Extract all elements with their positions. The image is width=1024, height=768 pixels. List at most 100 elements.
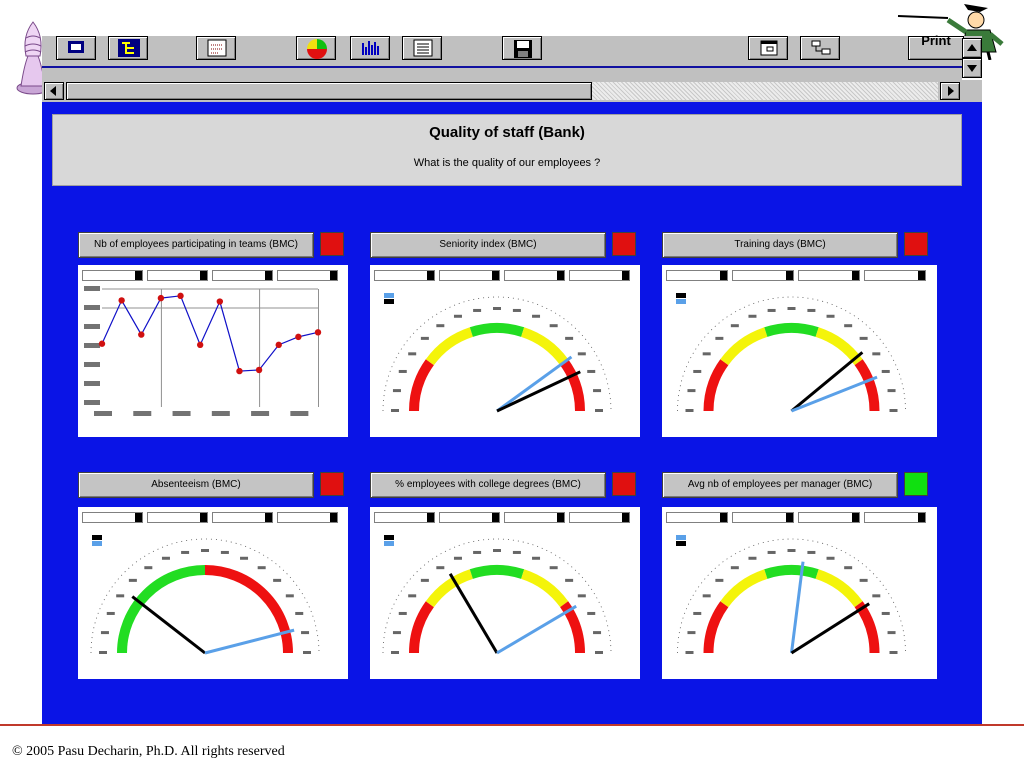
legend-swatch [384, 535, 394, 540]
print-label: Print [921, 33, 951, 48]
tick-label-y [84, 400, 100, 405]
gauge-tick-label [872, 352, 881, 356]
gauge-tick-label [565, 336, 574, 340]
horizontal-scrollbar[interactable] [42, 80, 982, 102]
gauge-tick-label [181, 550, 190, 554]
gauge-tick-label [887, 631, 896, 635]
toolbar-button-bar[interactable] [350, 36, 390, 60]
data-point [295, 333, 302, 341]
gauge-tick-label [220, 550, 229, 554]
gauge-tick-label [685, 409, 694, 412]
toolbar-button-save[interactable] [502, 36, 542, 60]
legend-swatch [384, 299, 394, 304]
scrollbar-thumb[interactable] [66, 82, 592, 100]
toolbar-button-table[interactable] [402, 36, 442, 60]
kpi-button-training[interactable]: Training days (BMC) [662, 232, 898, 258]
gauge-pointer [496, 604, 577, 655]
gauge-tick-label [826, 556, 835, 560]
gauge-tick-label [872, 594, 881, 598]
gauge-tick-label [436, 324, 445, 328]
toolbar-strip [42, 68, 962, 80]
gauge-tick-label [257, 566, 266, 570]
gauge-tick-label [859, 336, 868, 340]
legend-swatch [92, 535, 102, 540]
scroll-down-button[interactable] [962, 58, 982, 78]
gauge-tick-label [693, 611, 702, 615]
gauge-chart [676, 535, 906, 655]
gauge-zone-red [854, 359, 880, 412]
footer-divider [0, 724, 1024, 726]
gauge-tick-label [859, 578, 868, 582]
scroll-left-button[interactable] [44, 82, 64, 100]
data-point [236, 367, 243, 375]
kpi-label: Training days (BMC) [734, 239, 826, 250]
legend-swatch [384, 293, 394, 298]
gauge-tick-label [493, 549, 501, 552]
save-disk-icon [514, 40, 532, 58]
gauge-tick-label [881, 369, 890, 373]
tick-label-x [211, 411, 230, 416]
kpi-button-employees-per-manager[interactable]: Avg nb of employees per manager (BMC) [662, 472, 898, 498]
scroll-up-arrow-icon [967, 44, 977, 51]
chart-panel-seniority [370, 265, 640, 437]
kpi-button-absenteeism[interactable]: Absenteeism (BMC) [78, 472, 314, 498]
kpi-label: Avg nb of employees per manager (BMC) [687, 479, 873, 490]
scroll-down-arrow-icon [967, 65, 977, 72]
gauge-tick-label [453, 314, 462, 318]
gauge-zone-red [560, 359, 585, 412]
scroll-up-button[interactable] [962, 38, 982, 58]
toolbar-button-hierarchy[interactable] [108, 36, 148, 60]
gauge-tick-label [453, 556, 462, 560]
toolbar-button-pie[interactable] [296, 36, 336, 60]
data-point [177, 292, 184, 300]
tick-label-y [84, 305, 100, 310]
gauge-tick-label [100, 631, 109, 635]
gauge-tick-label [398, 369, 407, 373]
toolbar-button-chart-toggle[interactable] [56, 36, 96, 60]
gauge-zone-yellow [425, 327, 474, 366]
table-icon [413, 39, 433, 57]
line-chart [84, 286, 322, 416]
legend-swatch [676, 293, 686, 298]
tree-icon [811, 40, 831, 55]
scroll-left-arrow-icon [50, 86, 56, 96]
gauge-tick-label [392, 389, 401, 393]
gauge-tick-label [715, 578, 724, 582]
toolbar-button-list[interactable] [196, 36, 236, 60]
tick-label-y [84, 343, 100, 348]
gauge-zone-red [703, 601, 729, 654]
kpi-button-college-degrees[interactable]: % employees with college degrees (BMC) [370, 472, 606, 498]
toolbar-button-window[interactable] [748, 36, 788, 60]
gauge-tick-label [687, 631, 696, 635]
legend-swatch [92, 541, 102, 546]
gauge-tick-label [595, 409, 603, 412]
gauge-tick-label [702, 352, 711, 356]
status-indicator [904, 472, 928, 496]
gauge-tick-label [577, 594, 586, 598]
kpi-button-seniority[interactable]: Seniority index (BMC) [370, 232, 606, 258]
status-indicator [612, 472, 636, 496]
gauge-zone-yellow [720, 327, 768, 366]
print-button[interactable]: Print [908, 33, 964, 60]
gauge-tick-label [391, 409, 399, 412]
gauge-tick-label [767, 308, 776, 312]
tick-label-y [84, 362, 100, 367]
gauge-tick-label [730, 324, 739, 328]
gauge-tick-label [116, 594, 125, 598]
gauge-pointer [448, 573, 499, 654]
gauge-tick-label [844, 566, 853, 570]
gauge-pointer [204, 628, 295, 655]
gauge-tick-label [881, 611, 890, 615]
gauge-zone-red [409, 601, 434, 654]
gauge-tick-label [128, 578, 137, 582]
chart-panel-college-degrees [370, 507, 640, 679]
scroll-right-button[interactable] [940, 82, 960, 100]
gauge-tick-label [99, 651, 107, 654]
series-line [101, 295, 319, 372]
status-indicator [904, 232, 928, 256]
toolbar-button-tree[interactable] [800, 36, 840, 60]
kpi-button-teams[interactable]: Nb of employees participating in teams (… [78, 232, 314, 258]
window-icon [760, 40, 778, 56]
gauge-tick-label [767, 550, 776, 554]
gauge-tick-label [391, 651, 399, 654]
